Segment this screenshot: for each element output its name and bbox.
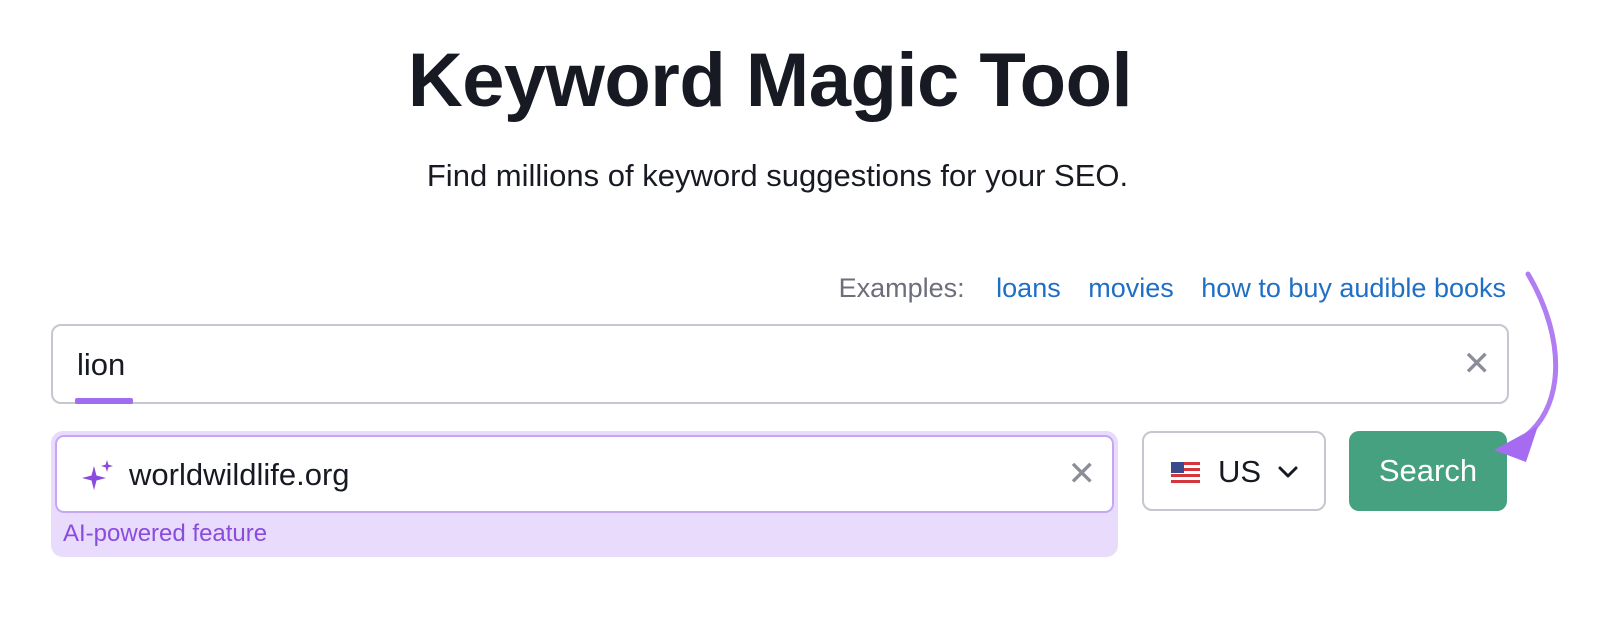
examples-row: Examples: loans movies how to buy audibl…: [839, 270, 1506, 306]
country-value: US: [1218, 454, 1262, 489]
page-subtitle: Find millions of keyword suggestions for…: [426, 158, 1129, 193]
examples-label: Examples:: [838, 273, 965, 303]
domain-input-value: worldwildlife.org: [129, 457, 350, 492]
page-title: Keyword Magic Tool: [407, 38, 1133, 123]
example-link-audible-books[interactable]: how to buy audible books: [1201, 273, 1506, 303]
keyword-input[interactable]: lion ✕: [51, 324, 1509, 404]
country-select[interactable]: US: [1142, 431, 1326, 511]
chevron-down-icon: [1278, 466, 1298, 478]
arrow-annotation-icon: [1494, 271, 1559, 462]
example-link-loans[interactable]: loans: [996, 273, 1061, 303]
ai-domain-panel: worldwildlife.org ✕ AI-powered feature: [51, 431, 1118, 557]
sparkle-icon: [82, 460, 113, 490]
keyword-input-value: lion: [77, 347, 126, 382]
us-flag-icon: [1171, 462, 1200, 483]
example-link-movies[interactable]: movies: [1088, 273, 1174, 303]
ai-feature-label: AI-powered feature: [63, 520, 268, 547]
keyword-underline-highlight: [75, 398, 133, 404]
domain-input[interactable]: worldwildlife.org ✕: [55, 435, 1114, 513]
close-icon[interactable]: ✕: [1068, 457, 1097, 491]
